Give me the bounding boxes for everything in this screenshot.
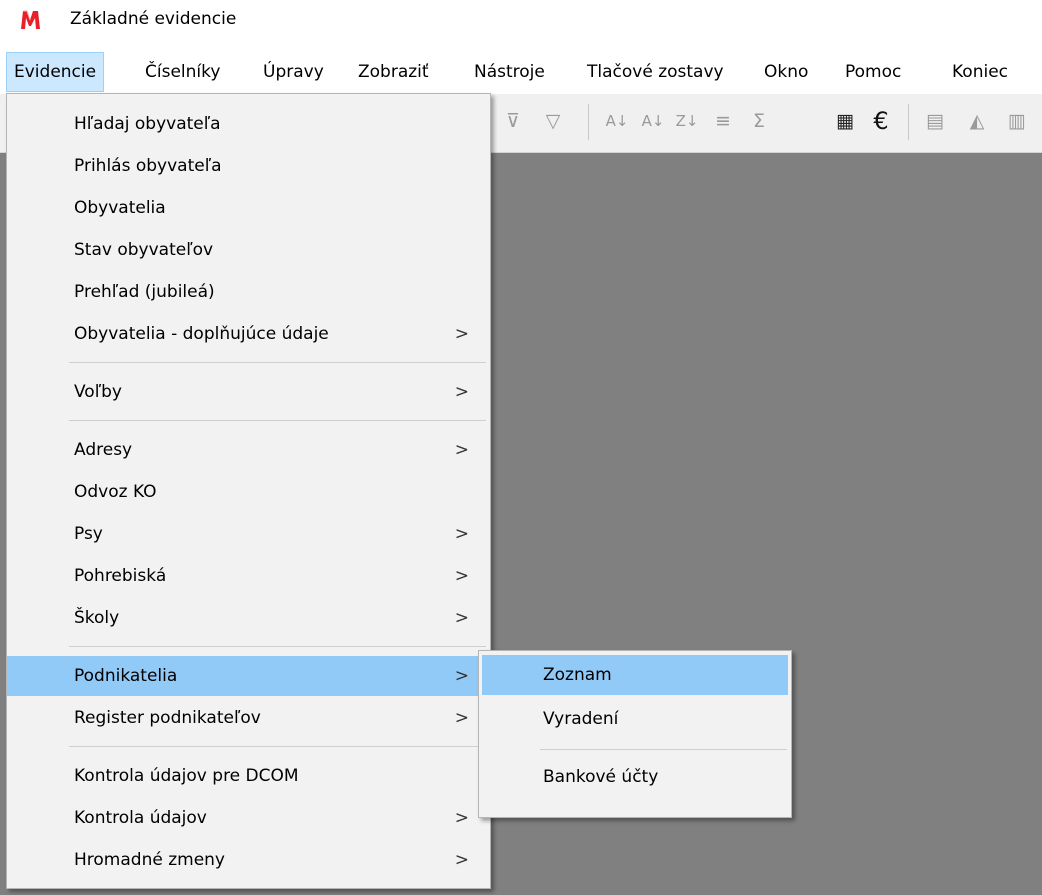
app-logo-icon xyxy=(21,10,40,29)
podnikatelia-submenu: Zoznam Vyradení Bankové účty xyxy=(478,650,792,818)
submenu-arrow-icon: > xyxy=(454,666,469,686)
menu-item-register-podnikatelov[interactable]: Register podnikateľov > xyxy=(10,698,487,738)
menu-nastroje[interactable]: Nástroje xyxy=(467,52,552,92)
submenu-arrow-icon: > xyxy=(454,850,469,870)
filter-icon[interactable]: ▽ xyxy=(540,106,566,136)
menu-item-adresy[interactable]: Adresy > xyxy=(10,430,487,470)
menu-upravy[interactable]: Úpravy xyxy=(256,52,331,92)
columns-icon[interactable]: ≡ xyxy=(710,106,736,136)
sort-za-icon[interactable]: Z↓ xyxy=(674,106,700,136)
euro-icon[interactable]: € xyxy=(868,106,894,136)
menu-item-hladaj-obyvatela[interactable]: Hľadaj obyvateľa xyxy=(10,104,487,144)
menu-item-volby[interactable]: Voľby > xyxy=(10,372,487,412)
toolbar-separator xyxy=(588,104,589,140)
menu-item-hromadne-zmeny[interactable]: Hromadné zmeny > xyxy=(10,840,487,880)
menu-tlacove-zostavy[interactable]: Tlačové zostavy xyxy=(580,52,731,92)
menu-item-obyvatelia-doplnujuce-udaje[interactable]: Obyvatelia - doplňujúce údaje > xyxy=(10,314,487,354)
menu-item-obyvatelia[interactable]: Obyvatelia xyxy=(10,188,487,228)
submenu-arrow-icon: > xyxy=(454,566,469,586)
submenu-arrow-icon: > xyxy=(454,608,469,628)
menu-separator xyxy=(69,646,486,647)
menu-separator xyxy=(69,746,486,747)
menu-separator xyxy=(69,420,486,421)
menu-okno[interactable]: Okno xyxy=(757,52,815,92)
shapes-icon[interactable]: ◭ xyxy=(964,106,990,136)
menu-bar: Evidencie Číselníky Úpravy Zobraziť Nást… xyxy=(0,52,1042,92)
filter-clear-icon[interactable]: ⊽ xyxy=(500,106,526,136)
notepad-icon[interactable]: ▤ xyxy=(922,106,948,136)
menu-item-prihlas-obyvatela[interactable]: Prihlás obyvateľa xyxy=(10,146,487,186)
menu-evidencie[interactable]: Evidencie xyxy=(6,52,105,92)
title-bar: Základné evidencie xyxy=(0,0,1042,42)
submenu-item-bankove-ucty[interactable]: Bankové účty xyxy=(482,757,788,797)
sort-az-desc-icon[interactable]: A↓ xyxy=(640,106,666,136)
submenu-arrow-icon: > xyxy=(454,440,469,460)
submenu-item-zoznam[interactable]: Zoznam xyxy=(482,655,788,695)
submenu-arrow-icon: > xyxy=(454,382,469,402)
menu-item-odvoz-ko[interactable]: Odvoz KO xyxy=(10,472,487,512)
sort-az-icon[interactable]: A↓ xyxy=(604,106,630,136)
menu-item-kontrola-udajov[interactable]: Kontrola údajov > xyxy=(10,798,487,838)
menu-ciselniky[interactable]: Číselníky xyxy=(138,52,227,92)
menu-item-skoly[interactable]: Školy > xyxy=(10,598,487,638)
report-icon[interactable]: ▥ xyxy=(1004,106,1030,136)
menu-separator xyxy=(540,749,787,750)
sum-icon[interactable]: Σ xyxy=(746,106,772,136)
menu-zobrazit[interactable]: Zobraziť xyxy=(351,52,436,92)
toolbar-separator xyxy=(908,104,909,140)
calculator-icon[interactable]: ▦ xyxy=(832,106,858,136)
menu-item-kontrola-udajov-pre-dcom[interactable]: Kontrola údajov pre DCOM xyxy=(10,756,487,796)
submenu-arrow-icon: > xyxy=(454,524,469,544)
menu-koniec[interactable]: Koniec xyxy=(945,52,1015,92)
submenu-arrow-icon: > xyxy=(454,324,469,344)
menu-item-pohrebiska[interactable]: Pohrebiská > xyxy=(10,556,487,596)
menu-separator xyxy=(69,362,486,363)
menu-pomoc[interactable]: Pomoc xyxy=(838,52,908,92)
evidencie-menu: Hľadaj obyvateľa Prihlás obyvateľa Obyva… xyxy=(6,93,491,889)
window-title: Základné evidencie xyxy=(70,9,237,29)
submenu-arrow-icon: > xyxy=(454,708,469,728)
menu-item-psy[interactable]: Psy > xyxy=(10,514,487,554)
submenu-arrow-icon: > xyxy=(454,808,469,828)
menu-item-podnikatelia[interactable]: Podnikatelia > xyxy=(7,656,490,696)
menu-item-stav-obyvatelov[interactable]: Stav obyvateľov xyxy=(10,230,487,270)
submenu-item-vyradeni[interactable]: Vyradení xyxy=(482,699,788,739)
menu-item-prehlad-jubilea[interactable]: Prehľad (jubileá) xyxy=(10,272,487,312)
